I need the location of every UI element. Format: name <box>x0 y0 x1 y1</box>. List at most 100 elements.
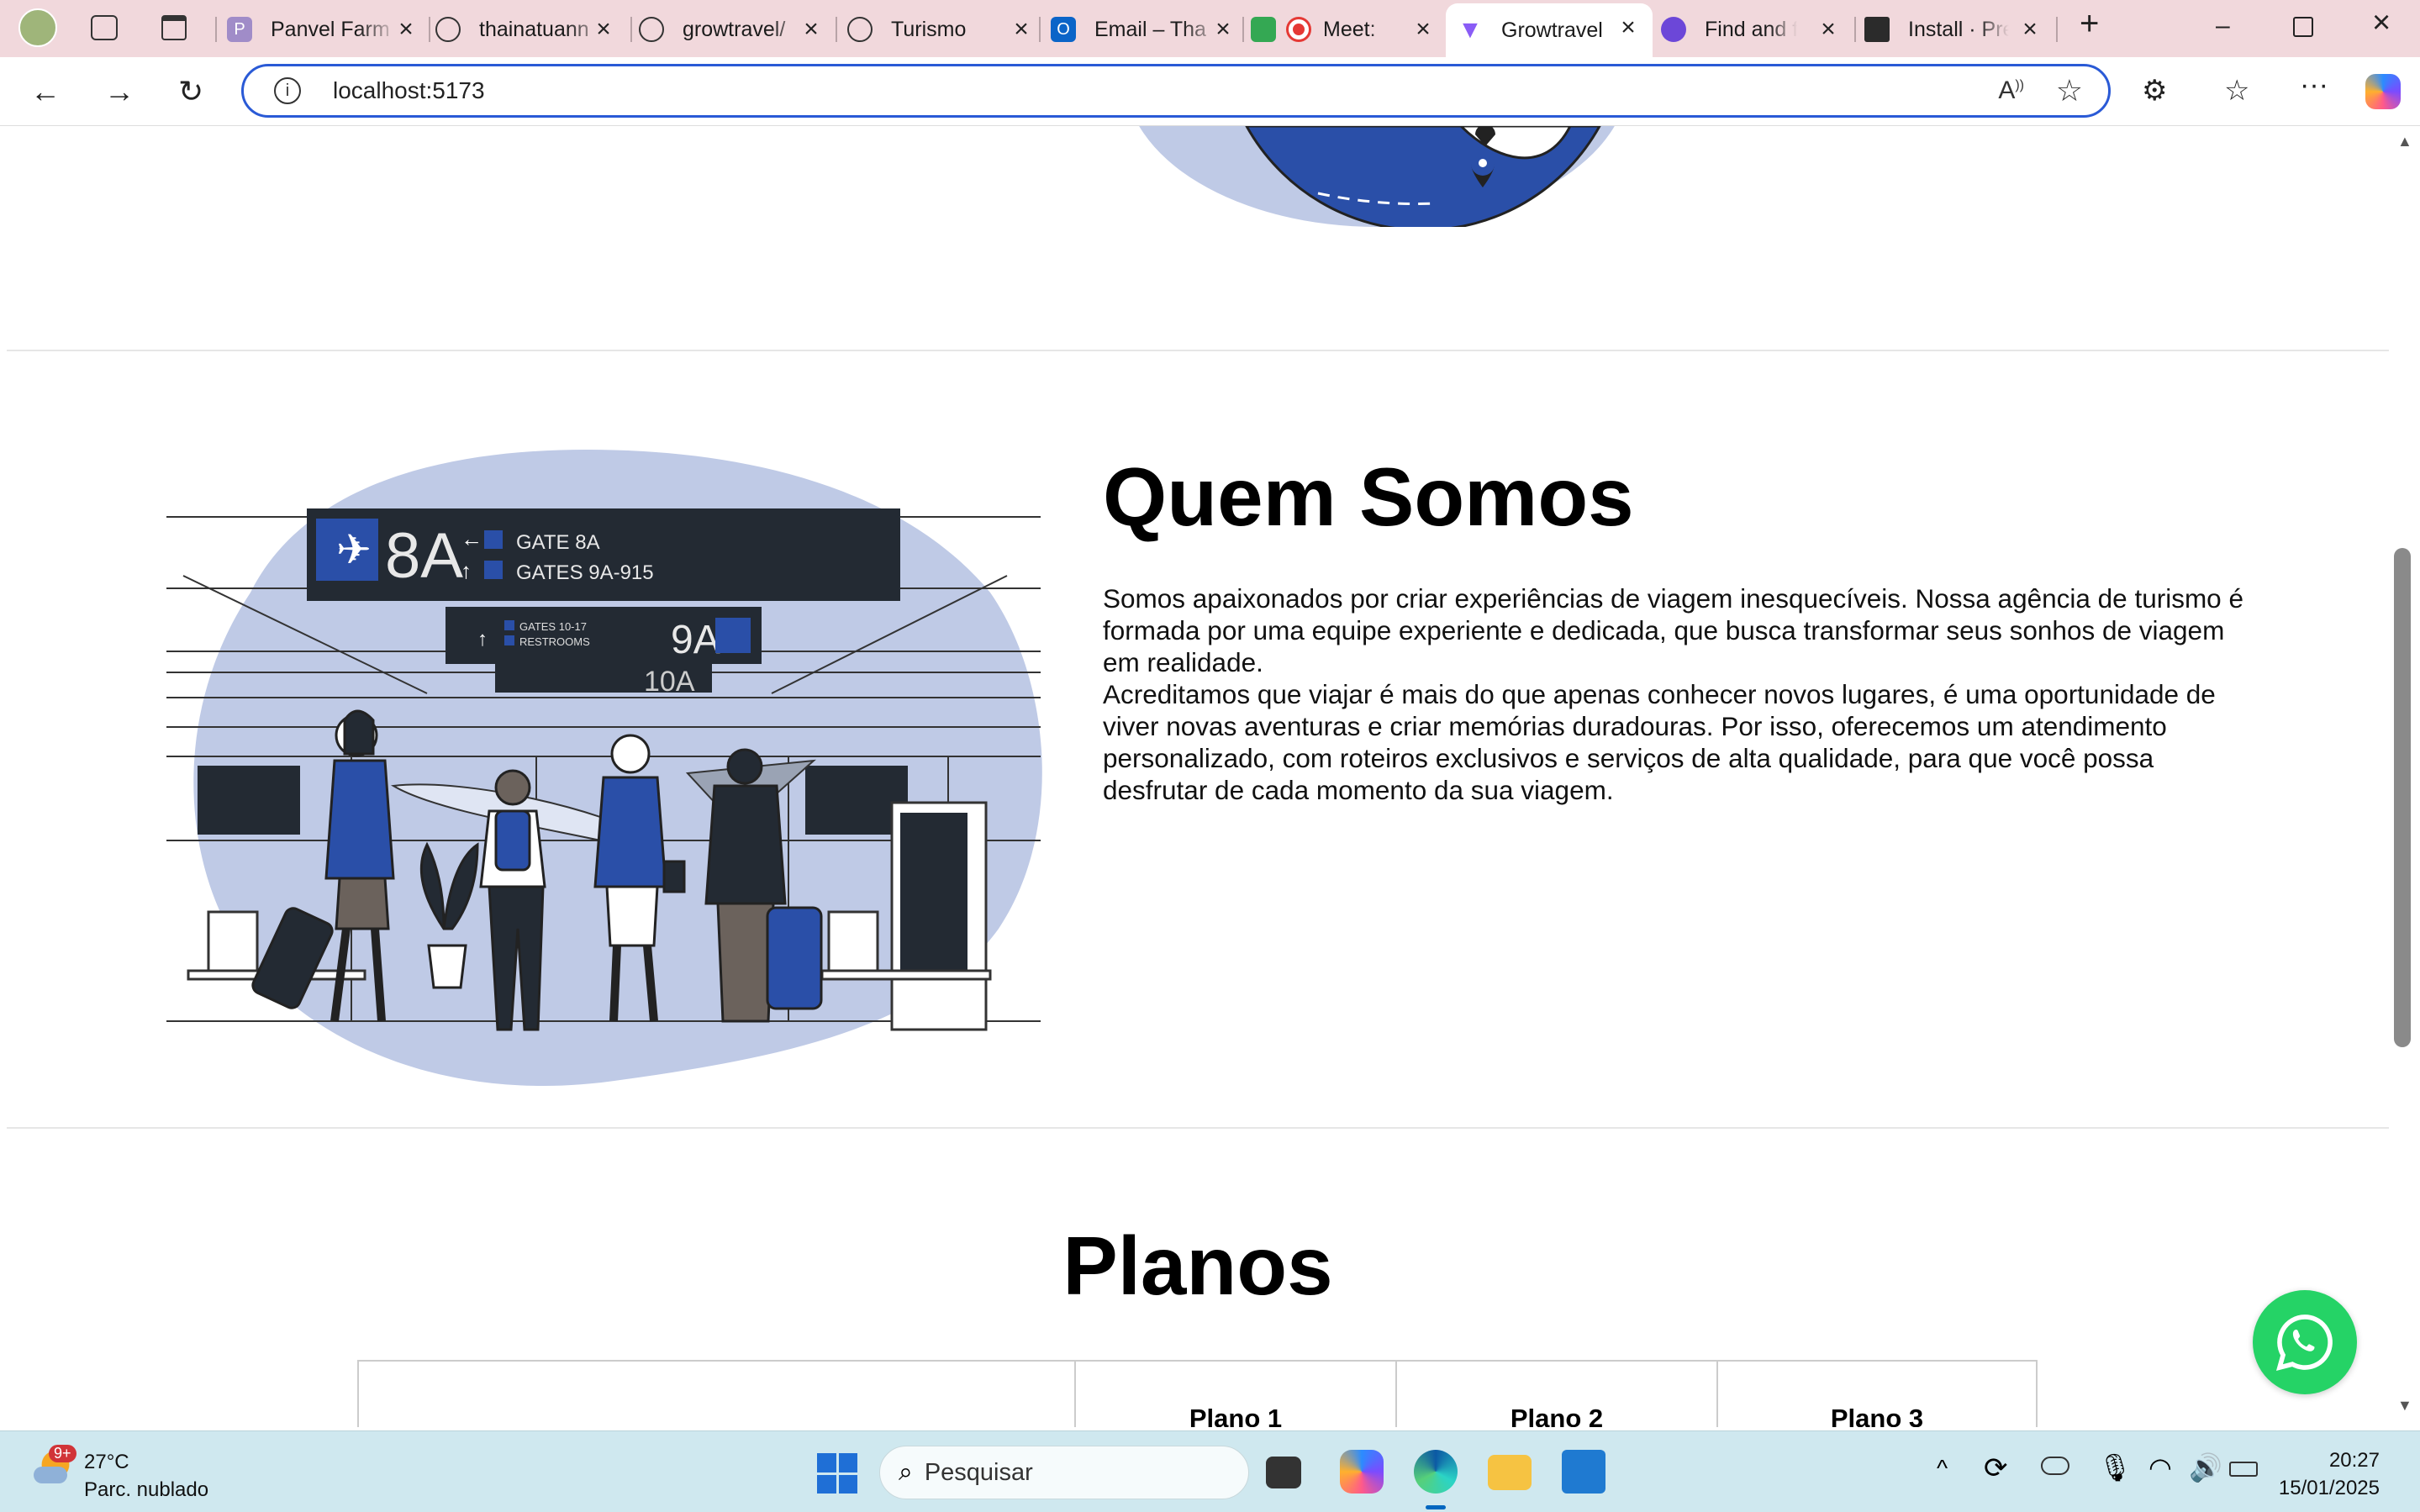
tab-separator <box>630 17 632 42</box>
globe-illustration <box>1139 126 1615 227</box>
close-icon[interactable]: × <box>1410 15 1436 44</box>
plans-table: Plano 1 Plano 2 Plano 3 <box>357 1360 2038 1427</box>
forward-arrow-icon[interactable]: → <box>104 74 134 109</box>
workspaces-icon[interactable] <box>91 15 118 40</box>
show-hidden-icons-chevron-icon[interactable]: ^ <box>1937 1455 1948 1482</box>
tab-turismo[interactable]: Turismo × <box>847 5 1034 54</box>
windows-start-icon[interactable] <box>817 1453 857 1494</box>
weather-widget[interactable]: 27°C Parc. nublado <box>84 1448 208 1504</box>
edge-browser-icon[interactable] <box>1414 1450 1458 1494</box>
tab-email[interactable]: O Email – Tha × <box>1051 5 1236 54</box>
tab-install-prettier[interactable]: Install · Pre × <box>1864 5 2043 54</box>
scroll-down-arrow-icon[interactable]: ▼ <box>2397 1397 2412 1415</box>
google-meet-icon <box>1251 17 1276 42</box>
browser-toolbar: ← → ↻ i localhost:5173 A)) ☆ ⚙ ☆ ··· <box>0 57 2420 126</box>
sync-icon[interactable]: ⟳ <box>1984 1451 2008 1485</box>
volume-icon[interactable]: 🔊 <box>2189 1451 2222 1483</box>
battery-icon[interactable] <box>2229 1462 2258 1477</box>
restore-button[interactable] <box>2293 17 2313 37</box>
section-divider <box>7 1127 2389 1129</box>
prettier-icon <box>1864 17 1890 42</box>
gate-sign-small: 9A <box>671 618 720 662</box>
close-icon[interactable]: × <box>393 15 419 44</box>
gate-sign-small-line2: RESTROOMS <box>519 635 590 648</box>
extensions-icon[interactable]: ⚙ <box>2142 74 2167 108</box>
tab-growtravel[interactable]: ▼ Growtravel × <box>1446 3 1653 57</box>
weather-temperature: 27°C <box>84 1451 129 1473</box>
address-url[interactable]: localhost:5173 <box>333 77 485 104</box>
tab-meet[interactable]: Meet: × <box>1251 5 1436 54</box>
refresh-icon[interactable]: ↻ <box>178 74 203 109</box>
close-icon[interactable]: × <box>1816 15 1841 44</box>
about-text: Somos apaixonados por criar experiências… <box>1103 582 2254 806</box>
taskbar-search[interactable]: ⌕ Pesquisar <box>879 1446 1249 1499</box>
windows-taskbar: 9+ 27°C Parc. nublado ⌕ Pesquisar ^ ⟳ 🎙 … <box>0 1430 2420 1512</box>
tab-separator <box>1854 17 1856 42</box>
tab-find-and-fix[interactable]: Find and fix × <box>1661 5 1841 54</box>
airport-illustration: ✈ 8A ← GATE 8A ↑ GATES 9A-915 10A ↑ GATE… <box>166 450 1042 1087</box>
favorites-icon[interactable]: ☆ <box>2224 74 2249 108</box>
tab-panvel[interactable]: P Panvel Farm × <box>227 5 419 54</box>
address-bar[interactable]: i localhost:5173 A)) ☆ <box>241 64 2111 118</box>
about-paragraph-2: Acreditamos que viajar é mais do que ape… <box>1103 679 2216 805</box>
vscode-icon[interactable] <box>1562 1450 1605 1494</box>
whatsapp-icon <box>2275 1314 2333 1371</box>
vertical-tabs-icon[interactable] <box>161 15 187 40</box>
page-viewport: ✈ 8A ← GATE 8A ↑ GATES 9A-915 10A ↑ GATE… <box>7 126 2389 1427</box>
copilot-icon[interactable] <box>2365 74 2401 109</box>
globe-icon <box>847 17 873 42</box>
close-icon[interactable]: × <box>1009 15 1034 44</box>
section-divider <box>7 350 2389 351</box>
close-icon[interactable]: × <box>1616 13 1641 42</box>
plans-table-header-plan2: Plano 2 <box>1397 1362 1718 1427</box>
search-placeholder: Pesquisar <box>924 1458 1033 1486</box>
new-tab-button[interactable]: + <box>2080 5 2099 43</box>
minimize-button[interactable]: – <box>2216 12 2230 40</box>
tab-separator <box>1242 17 1244 42</box>
microphone-icon[interactable]: 🎙 <box>2098 1451 2133 1483</box>
more-options-icon[interactable]: ··· <box>2300 69 2328 102</box>
scrollbar-thumb[interactable] <box>2394 548 2411 1047</box>
whatsapp-button[interactable] <box>2253 1290 2357 1394</box>
gate-sign-small-line1: GATES 10-17 <box>519 620 587 633</box>
wifi-icon[interactable]: ◠ <box>2148 1451 2172 1483</box>
clock-time: 20:27 <box>2328 1449 2380 1472</box>
outlook-icon: O <box>1051 17 1076 42</box>
tab-github-thainatuann[interactable]: thainatuann × <box>435 5 616 54</box>
close-icon[interactable]: × <box>591 15 616 44</box>
site-info-icon[interactable]: i <box>274 77 301 104</box>
tab-separator <box>1039 17 1041 42</box>
weather-description: Parc. nublado <box>84 1478 209 1501</box>
svg-text:←: ← <box>461 526 482 551</box>
profile-avatar[interactable] <box>18 8 57 47</box>
panvel-icon: P <box>227 17 252 42</box>
weather-icon[interactable]: 9+ <box>30 1445 76 1487</box>
scroll-up-arrow-icon[interactable]: ▲ <box>2397 133 2412 150</box>
back-arrow-icon[interactable]: ← <box>30 74 61 109</box>
close-icon[interactable]: × <box>799 15 824 44</box>
plans-table-header-empty <box>359 1362 1076 1427</box>
close-icon[interactable]: × <box>2017 15 2043 44</box>
active-app-indicator <box>1426 1505 1446 1509</box>
search-icon: ⌕ <box>899 1458 913 1486</box>
file-explorer-icon[interactable] <box>1488 1455 1532 1490</box>
close-icon[interactable]: × <box>1210 15 1236 44</box>
copilot-app-icon[interactable] <box>1340 1450 1384 1494</box>
onedrive-icon[interactable] <box>2041 1457 2069 1475</box>
close-window-button[interactable]: × <box>2372 5 2391 41</box>
gate-sign-line1: GATE 8A <box>516 531 600 554</box>
read-aloud-icon[interactable]: A)) <box>1998 76 2024 105</box>
favorite-star-icon[interactable]: ☆ <box>2056 73 2083 108</box>
github-icon <box>435 17 461 42</box>
svg-text:↑: ↑ <box>461 558 472 583</box>
system-clock[interactable]: 20:27 15/01/2025 <box>2279 1446 2380 1502</box>
tab-separator <box>429 17 430 42</box>
gate-sign-back: 10A <box>644 666 695 698</box>
task-view-icon[interactable] <box>1266 1457 1301 1488</box>
github-icon <box>639 17 664 42</box>
record-icon <box>1286 17 1311 42</box>
about-paragraph-1: Somos apaixonados por criar experiências… <box>1103 583 2243 677</box>
tab-github-growtravel[interactable]: growtravel/ × <box>639 5 824 54</box>
tab-separator <box>836 17 837 42</box>
clock-date: 15/01/2025 <box>2278 1477 2380 1499</box>
